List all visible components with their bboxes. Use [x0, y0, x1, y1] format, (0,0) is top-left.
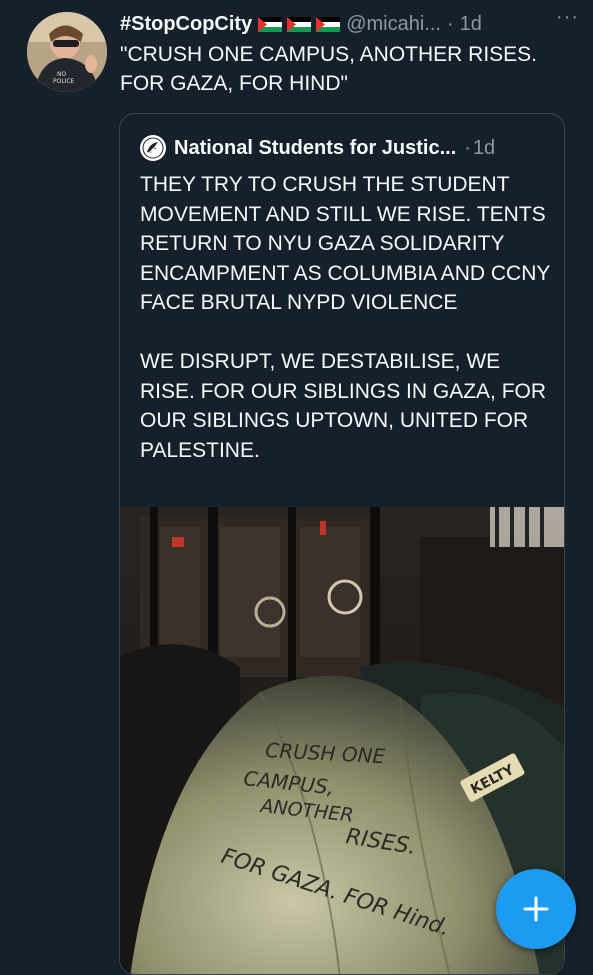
quoted-tweet-header: National Students for Justic... · 1d: [140, 134, 554, 162]
nsjp-logo-icon: [142, 137, 164, 159]
separator: ·: [446, 12, 454, 35]
compose-button[interactable]: [496, 869, 576, 949]
tweet-header: #StopCopCity @micahi... · 1d: [120, 10, 583, 38]
palestine-flag-icon: [287, 16, 312, 32]
more-options-icon[interactable]: ···: [556, 6, 579, 29]
palestine-flag-icon: [258, 16, 283, 32]
svg-text:POLICE: POLICE: [53, 78, 75, 85]
palestine-flag-icon: [316, 16, 341, 32]
tweet-text: "CRUSH ONE CAMPUS, ANOTHER RISES. FOR GA…: [120, 43, 538, 95]
flags: [258, 16, 341, 32]
timestamp[interactable]: 1d: [460, 13, 482, 36]
quoted-tweet[interactable]: National Students for Justic... · 1d THE…: [119, 113, 565, 975]
svg-text:NO: NO: [57, 71, 66, 78]
plus-icon: [523, 896, 549, 922]
quoted-avatar[interactable]: [140, 135, 166, 161]
handle[interactable]: @micahi...: [346, 13, 441, 36]
tweet[interactable]: NO POLICE #StopCopCity @micahi... · 1d ·…: [0, 0, 593, 975]
quoted-separator: ·: [464, 136, 471, 159]
display-name[interactable]: #StopCopCity: [120, 13, 252, 36]
quoted-display-name[interactable]: National Students for Justic...: [174, 137, 456, 160]
quoted-tweet-text: THEY TRY TO CRUSH THE STUDENT MOVEMENT A…: [140, 173, 550, 462]
avatar[interactable]: NO POLICE: [27, 12, 107, 92]
avatar-image: NO POLICE: [27, 12, 107, 92]
quoted-timestamp[interactable]: 1d: [473, 137, 495, 160]
